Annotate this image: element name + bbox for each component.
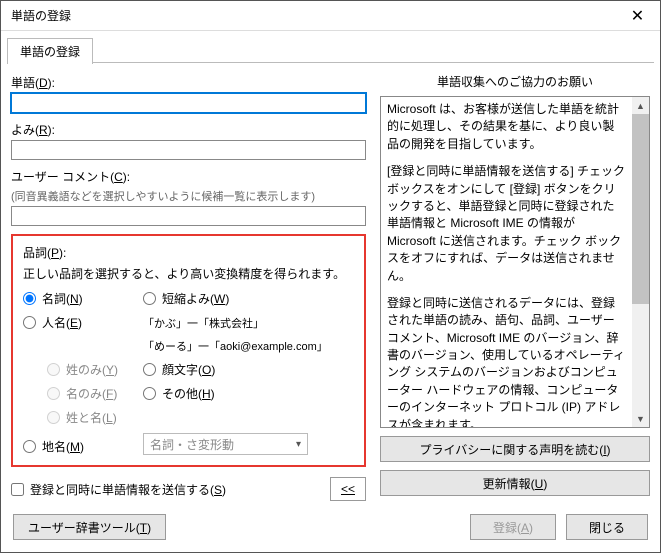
user-dictionary-tool-button[interactable]: ユーザー辞書ツール(T) bbox=[13, 514, 166, 540]
privacy-button[interactable]: プライバシーに関する声明を読む(I) bbox=[380, 436, 650, 462]
example-mail: 「めーる」一「aoki@example.com」 bbox=[143, 338, 343, 354]
info-text: Microsoft は、お客様が送信した単語を統計的に処理し、その結果を基に、よ… bbox=[381, 97, 632, 427]
scroll-up-icon[interactable]: ▲ bbox=[632, 97, 649, 114]
info-box: Microsoft は、お客様が送信した単語を統計的に処理し、その結果を基に、よ… bbox=[380, 96, 650, 428]
radio-surname-only: 姓のみ(Y) bbox=[47, 361, 143, 378]
scrollbar[interactable]: ▲ ▼ bbox=[632, 97, 649, 427]
info-title: 単語収集へのご協力のお願い bbox=[380, 73, 650, 90]
comment-hint: (同音異義語などを選択しやすいように候補一覧に表示します) bbox=[11, 188, 366, 204]
other-subtype-select[interactable]: 名詞・さ変形動 ▾ bbox=[143, 433, 308, 455]
window-title: 単語の登録 bbox=[11, 7, 615, 24]
yomi-input[interactable] bbox=[11, 140, 366, 160]
register-button[interactable]: 登録(A) bbox=[470, 514, 556, 540]
radio-other[interactable]: その他(H) bbox=[143, 385, 343, 402]
scrollbar-thumb[interactable] bbox=[632, 114, 649, 304]
close-button[interactable]: 閉じる bbox=[566, 514, 648, 540]
chevron-down-icon: ▾ bbox=[296, 439, 301, 450]
radio-short-reading[interactable]: 短縮よみ(W) bbox=[143, 290, 343, 307]
collapse-button[interactable]: << bbox=[330, 477, 366, 501]
word-label: 単語(D): bbox=[11, 74, 366, 91]
send-info-checkbox[interactable]: 登録と同時に単語情報を送信する(S) bbox=[11, 481, 226, 498]
radio-place[interactable]: 地名(M) bbox=[23, 438, 143, 455]
hinshi-title: 品詞(P): bbox=[23, 244, 354, 261]
titlebar: 単語の登録 ✕ bbox=[1, 1, 660, 31]
example-kabu: 「かぶ」一「株式会社」 bbox=[143, 315, 343, 331]
close-icon[interactable]: ✕ bbox=[615, 1, 660, 31]
hinshi-desc: 正しい品詞を選択すると、より高い変換精度を得られます。 bbox=[23, 265, 354, 282]
tab-row: 単語の登録 bbox=[1, 31, 660, 63]
radio-given-only: 名のみ(F) bbox=[47, 385, 143, 402]
radio-fullname: 姓と名(L) bbox=[47, 409, 143, 426]
update-info-button[interactable]: 更新情報(U) bbox=[380, 470, 650, 496]
left-pane: 単語(D): よみ(R): ユーザー コメント(C): (同音異義語などを選択し… bbox=[11, 71, 366, 496]
yomi-label: よみ(R): bbox=[11, 121, 366, 138]
bottom-bar: ユーザー辞書ツール(T) 登録(A) 閉じる bbox=[1, 504, 660, 552]
scroll-down-icon[interactable]: ▼ bbox=[632, 410, 649, 427]
radio-kaomoji[interactable]: 顔文字(O) bbox=[143, 361, 343, 378]
radio-person-name[interactable]: 人名(E) bbox=[23, 314, 143, 331]
comment-input[interactable] bbox=[11, 206, 366, 226]
window: 単語の登録 ✕ 単語の登録 単語(D): よみ(R): ユーザー コメント(C)… bbox=[0, 0, 661, 553]
word-input[interactable] bbox=[11, 93, 366, 113]
radio-noun[interactable]: 名詞(N) bbox=[23, 290, 143, 307]
tab-word-registration[interactable]: 単語の登録 bbox=[7, 38, 93, 64]
part-of-speech-group: 品詞(P): 正しい品詞を選択すると、より高い変換精度を得られます。 名詞(N)… bbox=[11, 234, 366, 467]
content: 単語(D): よみ(R): ユーザー コメント(C): (同音異義語などを選択し… bbox=[1, 63, 660, 504]
right-pane: 単語収集へのご協力のお願い Microsoft は、お客様が送信した単語を統計的… bbox=[380, 71, 650, 496]
comment-label: ユーザー コメント(C): bbox=[11, 168, 366, 185]
